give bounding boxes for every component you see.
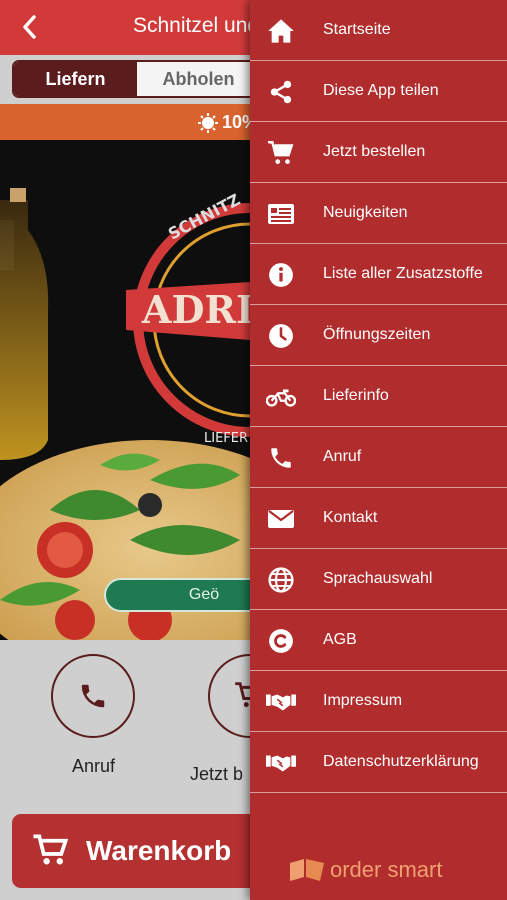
sun-icon [198, 113, 218, 133]
menu-item-language[interactable]: Sprachauswahl [250, 549, 507, 610]
motorcycle-icon [266, 382, 296, 412]
navigation-drawer: Startseite Diese App teilen Jetzt bestel… [250, 0, 507, 900]
menu-item-news[interactable]: Neuigkeiten [250, 183, 507, 244]
tab-abholen[interactable]: Abholen [137, 62, 260, 96]
clock-icon [266, 321, 296, 351]
handshake-icon [266, 687, 296, 717]
home-icon [266, 16, 296, 46]
mail-icon [266, 504, 296, 534]
menu-item-call[interactable]: Anruf [250, 427, 507, 488]
back-button[interactable] [14, 10, 44, 44]
order-action-label: Jetzt b [190, 764, 244, 784]
cart-label: Warenkorb [86, 835, 232, 866]
tab-liefern[interactable]: Liefern [14, 62, 137, 96]
news-icon [266, 199, 296, 229]
call-action-label: Anruf [72, 756, 116, 776]
menu-item-opening-hours[interactable]: Öffnungszeiten [250, 305, 507, 366]
menu-item-share[interactable]: Diese App teilen [250, 61, 507, 122]
handshake-icon [266, 748, 296, 778]
order-mode-toggle[interactable]: Liefern Abholen [12, 60, 262, 98]
chevron-left-icon [23, 15, 36, 39]
logo-wordmark: ADRI [141, 287, 254, 332]
menu-item-additives[interactable]: Liste aller Zusatzstoffe [250, 244, 507, 305]
cart-icon [33, 834, 69, 865]
info-icon [266, 260, 296, 290]
menu-item-terms[interactable]: AGB [250, 610, 507, 671]
logo-sub-text: LIEFER [204, 431, 248, 446]
menu-item-contact[interactable]: Kontakt [250, 488, 507, 549]
copyright-icon [266, 626, 296, 656]
phone-icon [266, 443, 296, 473]
menu-item-imprint[interactable]: Impressum [250, 671, 507, 732]
menu-item-delivery-info[interactable]: Lieferinfo [250, 366, 507, 427]
order-smart-logo: order smart [290, 857, 442, 883]
page-title: Schnitzel und [133, 14, 260, 37]
cart-icon [266, 138, 296, 168]
share-icon [266, 77, 296, 107]
menu-item-startseite[interactable]: Startseite [250, 0, 507, 61]
menu-item-order[interactable]: Jetzt bestellen [250, 122, 507, 183]
call-action-button[interactable] [51, 654, 135, 738]
phone-icon [81, 684, 105, 708]
order-smart-mark-icon [290, 859, 324, 881]
menu-item-privacy[interactable]: Datenschutzerklärung [250, 732, 507, 793]
globe-icon [266, 565, 296, 595]
